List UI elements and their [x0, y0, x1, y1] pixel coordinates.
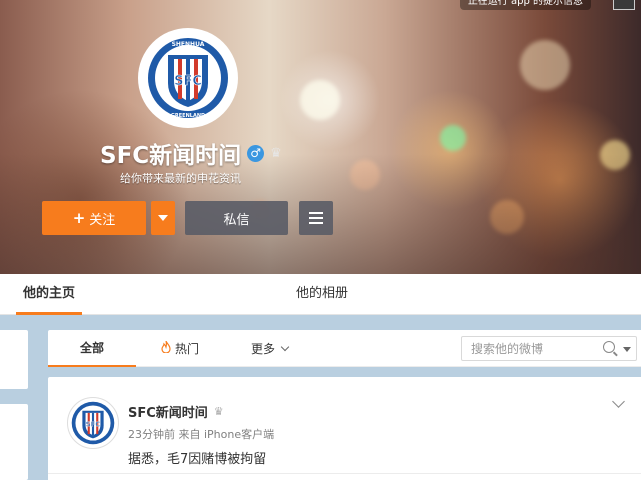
post-card: SFC SFC新闻时间 ♛ 23分钟前 来自 iPhone客户端 据悉，毛7因赌…	[48, 377, 641, 480]
profile-avatar[interactable]: SHENHUA SFC GREENLAND	[138, 28, 238, 128]
chevron-down-icon	[280, 342, 290, 351]
sidebar-card	[0, 404, 28, 480]
tab-home[interactable]: 他的主页	[16, 274, 82, 315]
post-author[interactable]: SFC新闻时间 ♛	[128, 402, 224, 421]
svg-text:SFC: SFC	[86, 421, 101, 429]
filter-tab-hot-label: 热门	[175, 341, 200, 356]
club-logo-icon: SFC	[68, 398, 118, 448]
filter-tab-all[interactable]: 全部	[48, 330, 136, 367]
sidebar-card	[0, 330, 28, 389]
caret-down-icon	[158, 215, 168, 221]
menu-icon-line	[309, 222, 323, 224]
menu-icon-line	[309, 212, 323, 214]
search-dropdown-icon[interactable]	[623, 347, 631, 352]
post-meta[interactable]: 23分钟前 来自 iPhone客户端	[128, 426, 274, 442]
svg-text:SHENHUA: SHENHUA	[172, 41, 205, 48]
window-icon[interactable]	[613, 0, 635, 10]
post-avatar[interactable]: SFC	[67, 397, 119, 449]
crown-icon[interactable]: ♛	[270, 146, 282, 161]
divider	[48, 473, 641, 474]
message-label: 私信	[223, 212, 250, 228]
notification-badge: 正在运行 app 的提示信息	[459, 0, 591, 10]
tab-album[interactable]: 他的相册	[296, 274, 348, 315]
club-logo-icon: SHENHUA SFC GREENLAND	[142, 32, 234, 124]
profile-name-row: SFC新闻时间 ♂ ♛	[100, 136, 282, 170]
filter-tab-hot[interactable]: 热门	[161, 330, 199, 367]
profile-name: SFC新闻时间	[100, 143, 242, 169]
menu-icon-line	[309, 217, 323, 219]
post-text: 据悉，毛7因赌博被拘留	[128, 452, 267, 467]
more-menu-button[interactable]	[299, 201, 333, 235]
search-box[interactable]	[461, 336, 637, 361]
filter-tab-all-label: 全部	[79, 340, 104, 355]
chevron-down-icon[interactable]	[612, 395, 625, 408]
follow-dropdown-button[interactable]	[151, 201, 175, 235]
crown-icon[interactable]: ♛	[214, 405, 224, 418]
svg-text:SFC: SFC	[174, 74, 202, 89]
follow-button[interactable]: + 关注	[42, 201, 146, 235]
fire-icon	[161, 331, 171, 367]
svg-text:GREENLAND: GREENLAND	[171, 113, 205, 119]
feed-filter-bar: 全部 热门 更多	[48, 330, 641, 367]
plus-icon: +	[72, 209, 86, 227]
profile-bio: 给你带来最新的申花资讯	[120, 172, 241, 185]
filter-tab-more-label: 更多	[251, 341, 276, 356]
follow-label: 关注	[89, 212, 116, 228]
filter-tab-more[interactable]: 更多	[251, 330, 290, 367]
message-button[interactable]: 私信	[185, 201, 288, 235]
male-icon: ♂	[247, 144, 265, 162]
profile-tabbar: 他的主页 他的相册	[0, 274, 641, 315]
post-author-name[interactable]: SFC新闻时间	[128, 402, 208, 421]
search-input[interactable]	[462, 337, 592, 360]
search-icon[interactable]	[603, 341, 615, 353]
